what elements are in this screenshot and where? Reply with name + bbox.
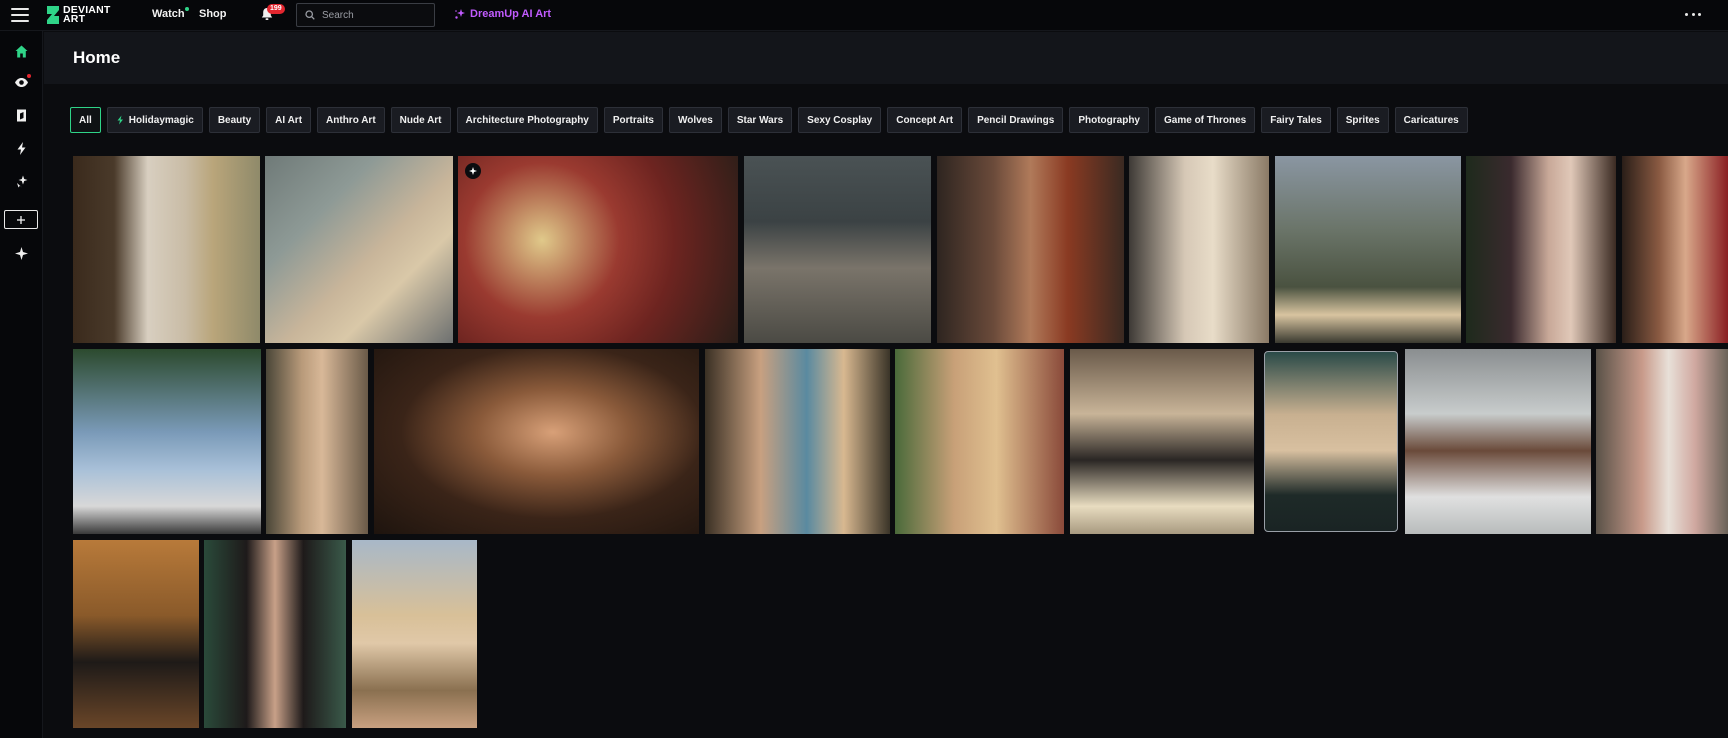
more-options-icon[interactable] [1685,7,1701,21]
plus-icon [17,215,25,224]
top-bar: DEVIANT ART Watch Shop 199 DreamUp AI Ar… [0,0,1728,31]
chip-concept-art[interactable]: Concept Art [887,107,963,133]
chip-label: Wolves [678,114,713,126]
sidebar-item-home[interactable] [10,40,32,62]
deviation-thumbnail[interactable] [1622,156,1728,343]
chip-holidaymagic[interactable]: Holidaymagic [106,107,203,133]
chip-fairy-tales[interactable]: Fairy Tales [1261,107,1331,133]
chip-all[interactable]: All [70,107,101,133]
watch-indicator-dot [185,7,189,11]
chip-photography[interactable]: Photography [1069,107,1149,133]
chip-label: Star Wars [736,114,784,126]
chip-nude-art[interactable]: Nude Art [390,107,451,133]
chip-star-wars[interactable]: Star Wars [727,107,793,133]
deviation-thumbnail[interactable] [895,349,1064,534]
deviation-thumbnail[interactable] [937,156,1124,343]
deviation-thumbnail[interactable] [458,156,738,343]
chip-sprites[interactable]: Sprites [1336,107,1389,133]
deviation-thumbnail[interactable] [1275,156,1461,343]
deviation-thumbnail[interactable] [1405,349,1591,534]
chip-game-of-thrones[interactable]: Game of Thrones [1155,107,1256,133]
chip-label: Concept Art [896,114,954,126]
chip-label: Nude Art [399,114,442,126]
deviation-thumbnail[interactable] [73,349,261,534]
chip-wolves[interactable]: Wolves [669,107,722,133]
home-icon [15,45,27,57]
topic-chips: All Holidaymagic Beauty AI Art Anthro Ar… [70,107,1474,133]
sidebar-item-posts[interactable] [10,137,32,159]
logo-text: DEVIANT ART [63,4,111,25]
chip-architecture-photography[interactable]: Architecture Photography [456,107,598,133]
chip-label: Photography [1078,114,1140,126]
ai-badge-icon [465,163,481,179]
sidebar-item-deviations[interactable] [10,104,32,126]
deviation-thumbnail[interactable] [1129,156,1269,343]
deviation-thumbnail-selected[interactable] [1264,351,1398,532]
dreamup-label: DreamUp AI Art [470,8,552,20]
deviation-thumbnail[interactable] [1466,156,1616,343]
deviantart-logo[interactable]: DEVIANT ART [46,4,122,26]
chip-label: Fairy Tales [1270,114,1322,126]
chip-portraits[interactable]: Portraits [603,107,663,133]
deviation-thumbnail[interactable] [352,540,477,728]
notification-badge: 199 [267,4,285,14]
left-sidebar [0,31,43,738]
deviation-thumbnail[interactable] [73,156,260,343]
chip-ai-art[interactable]: AI Art [266,107,312,133]
dreamup-icon [16,175,27,187]
deviation-thumbnail[interactable] [374,349,699,534]
deviation-thumbnail[interactable] [705,349,890,534]
page-header: Home [44,32,1728,84]
chip-beauty[interactable]: Beauty [208,107,261,133]
search-box[interactable] [296,3,435,27]
chip-label: Holidaymagic [128,114,194,126]
sidebar-item-dreamup[interactable] [10,170,32,192]
chip-label: Game of Thrones [1164,114,1247,126]
chip-label: AI Art [275,114,303,126]
deviation-thumbnail[interactable] [265,156,453,343]
chip-label: Anthro Art [326,114,376,126]
chip-label: Caricatures [1403,114,1459,126]
menu-icon[interactable] [11,8,29,22]
deviation-thumbnail[interactable] [266,349,368,534]
watch-alert-dot [27,74,31,78]
page-title: Home [73,48,121,67]
watch-link[interactable]: Watch [152,8,185,20]
chip-label: Beauty [217,114,252,126]
chip-caricatures[interactable]: Caricatures [1394,107,1468,133]
shop-link[interactable]: Shop [199,8,227,20]
logo-mark-icon [47,6,59,24]
bolt-icon [117,115,123,125]
bookmark-icon [16,109,26,121]
chip-label: Pencil Drawings [977,114,1055,126]
chip-pencil-drawings[interactable]: Pencil Drawings [968,107,1064,133]
search-input[interactable] [322,9,432,21]
deviation-thumbnail[interactable] [73,540,199,728]
chip-label: Architecture Photography [465,114,589,126]
dreamup-link[interactable]: DreamUp AI Art [454,8,551,20]
chip-label: Sprites [1345,114,1380,126]
sidebar-item-create[interactable] [4,210,38,229]
lightning-icon [17,141,25,155]
search-icon [305,10,315,20]
chip-label: All [79,114,92,126]
chip-sexy-cosplay[interactable]: Sexy Cosplay [798,107,882,133]
deviation-thumbnail[interactable] [1596,349,1728,534]
deviation-thumbnail[interactable] [204,540,346,728]
chip-label: Portraits [612,114,654,126]
sidebar-item-core[interactable] [10,242,32,264]
deviation-thumbnail[interactable] [1070,349,1254,534]
chip-anthro-art[interactable]: Anthro Art [317,107,385,133]
sparkle-icon [14,246,28,260]
dreamup-icon [455,9,465,19]
deviation-thumbnail[interactable] [744,156,931,343]
chip-label: Sexy Cosplay [807,114,873,126]
